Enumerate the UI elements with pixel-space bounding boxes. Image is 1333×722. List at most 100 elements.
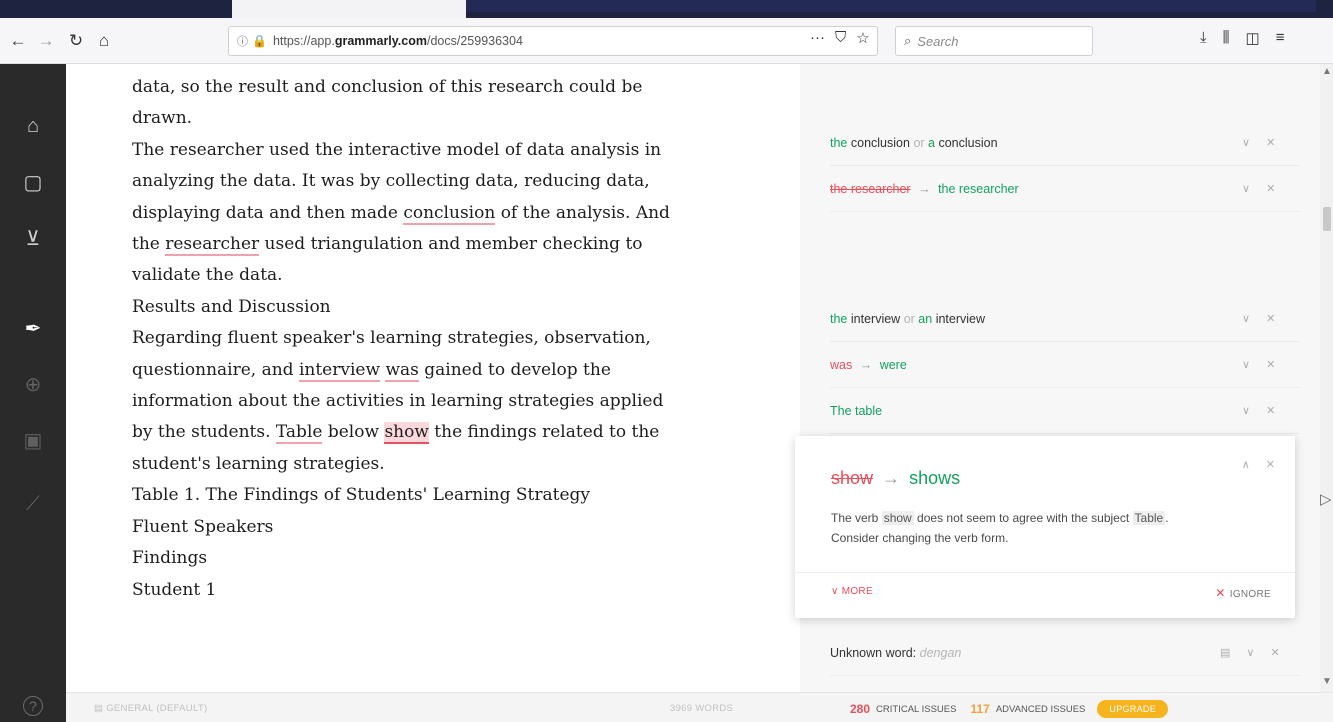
chevron-down-icon[interactable]: ∨ xyxy=(1242,182,1250,195)
help-icon[interactable]: ? xyxy=(23,696,43,716)
underlined-error[interactable]: Table xyxy=(275,422,323,445)
document-line[interactable]: validate the data. xyxy=(132,260,772,291)
document-line[interactable]: displaying data and then made conclusion… xyxy=(132,198,772,229)
suggestion-card-article-conclusion[interactable]: the conclusion or a conclusion ∨ ✕ xyxy=(830,120,1300,166)
document-editor[interactable]: data, so the result and conclusion of th… xyxy=(66,64,800,692)
url-bar[interactable]: ⓘ 🔒 https://app. grammarly.com/docs/25993… xyxy=(228,26,878,56)
book-icon[interactable]: ▣ xyxy=(19,426,47,454)
document-line[interactable]: information about the activities in lear… xyxy=(132,386,772,417)
tab-strip xyxy=(0,0,1333,18)
upgrade-button[interactable]: UPGRADE xyxy=(1097,700,1168,718)
download-icon[interactable]: ⤓ xyxy=(1200,29,1207,47)
reload-icon[interactable]: ↻ xyxy=(64,29,88,53)
text-segment: Fluent Speakers xyxy=(132,516,274,537)
close-icon[interactable]: ✕ xyxy=(1266,312,1275,325)
pocket-icon[interactable]: ⛉ xyxy=(835,29,846,47)
more-icon[interactable]: ··· xyxy=(810,29,825,47)
scrollbar-thumb[interactable] xyxy=(1323,207,1331,231)
option-b-article: a xyxy=(928,135,935,150)
text-segment: analyzing the data. It was by collecting… xyxy=(132,171,650,192)
search-input[interactable]: ⌕ Search xyxy=(895,26,1093,56)
panel-scrollbar[interactable]: ▲ ▼ xyxy=(1320,64,1333,692)
close-icon[interactable]: ✕ xyxy=(1266,136,1275,149)
wand-icon[interactable]: ⟋ xyxy=(19,490,47,518)
magnify-icon[interactable]: ⊕ xyxy=(19,370,47,398)
close-icon[interactable]: ✕ xyxy=(1266,182,1275,195)
sidebar-icon[interactable]: ◫ xyxy=(1246,29,1260,47)
forward-icon[interactable]: → xyxy=(34,29,58,53)
close-icon: ✕ xyxy=(1215,586,1226,600)
underlined-error[interactable]: interview xyxy=(298,359,381,382)
document-line[interactable]: Findings xyxy=(132,543,772,574)
new-text[interactable]: shows xyxy=(909,468,960,488)
document-line[interactable]: student's learning strategies. xyxy=(132,449,772,480)
document-line[interactable]: Fluent Speakers xyxy=(132,512,772,543)
arrow-icon: → xyxy=(918,181,931,196)
ignore-button[interactable]: ✕ IGNORE xyxy=(1215,586,1271,600)
suggestion-description: The verb show does not seem to agree wit… xyxy=(831,511,1169,545)
highlighted-error[interactable]: show xyxy=(384,422,429,445)
document-line[interactable]: Student 1 xyxy=(132,575,772,606)
download-box-icon[interactable]: ⊻ xyxy=(19,224,47,252)
suggestion-card-unknown-word[interactable]: Unknown word: dengan ▤ ∨ ✕ xyxy=(830,630,1300,676)
document-text[interactable]: data, so the result and conclusion of th… xyxy=(132,72,772,606)
right-tools: ⤓ ⫼ ◫ ≡ xyxy=(1200,29,1285,47)
suggestion-card-was-were[interactable]: was → were ∨ ✕ xyxy=(830,342,1300,388)
text-segment: drawn. xyxy=(132,108,193,129)
critical-label: CRITICAL ISSUES xyxy=(876,703,957,715)
bookmark-star-icon[interactable]: ☆ xyxy=(856,29,869,47)
scroll-up-icon[interactable]: ▲ xyxy=(1322,66,1332,77)
text-segment: validate the data. xyxy=(132,265,283,286)
underlined-error[interactable]: conclusion xyxy=(403,202,496,225)
chevron-down-icon[interactable]: ∨ xyxy=(1242,404,1250,417)
underlined-error[interactable]: was xyxy=(385,359,419,382)
tab-strip-background xyxy=(466,0,1316,12)
dictionary-icon[interactable]: ▤ xyxy=(1220,646,1230,659)
more-button[interactable]: ∨ MORE xyxy=(831,586,873,597)
option-a-word: interview xyxy=(850,311,901,326)
scroll-down-icon[interactable]: ▼ xyxy=(1322,676,1332,687)
active-tab[interactable] xyxy=(232,0,466,18)
chevron-down-icon[interactable]: ∨ xyxy=(1242,312,1250,325)
suggestion-card-article-interview[interactable]: the interview or an interview ∨ ✕ xyxy=(830,296,1300,342)
subject-chip: Table xyxy=(1132,511,1166,525)
advanced-count: 117 xyxy=(970,702,990,716)
text-segment: displaying data and then made xyxy=(132,202,404,223)
chevron-down-icon[interactable]: ∨ xyxy=(1246,646,1254,659)
close-icon[interactable]: ✕ xyxy=(1266,404,1275,417)
text-segment: Student 1 xyxy=(132,579,217,600)
document-icon[interactable]: ▢ xyxy=(19,168,47,196)
chevron-down-icon[interactable]: ∨ xyxy=(1242,358,1250,371)
document-line[interactable]: drawn. xyxy=(132,103,772,134)
document-line[interactable]: Results and Discussion xyxy=(132,292,772,323)
document-line[interactable]: the researcher used triangulation and me… xyxy=(132,229,772,260)
library-icon[interactable]: ⫼ xyxy=(1223,29,1230,47)
home-icon[interactable]: ⌂ xyxy=(19,112,47,140)
suggestion-card-the-table[interactable]: The table ∨ ✕ xyxy=(830,388,1300,434)
document-line[interactable]: by the students. Table below show the fi… xyxy=(132,417,772,448)
home-icon[interactable]: ⌂ xyxy=(92,29,116,53)
unknown-word: dengan xyxy=(919,645,962,660)
close-icon[interactable]: ✕ xyxy=(1266,358,1275,371)
document-line[interactable]: Regarding fluent speaker's learning stra… xyxy=(132,323,772,354)
chevron-up-icon[interactable]: ∧ xyxy=(1242,458,1250,471)
document-line[interactable]: analyzing the data. It was by collecting… xyxy=(132,166,772,197)
goals-mode[interactable]: ▤ GENERAL (DEFAULT) xyxy=(94,703,207,714)
close-icon[interactable]: ✕ xyxy=(1270,646,1279,659)
expanded-suggestion-card[interactable]: ∧ ✕ show → shows The verb show does not … xyxy=(795,436,1295,618)
menu-icon[interactable]: ≡ xyxy=(1276,29,1285,47)
back-icon[interactable]: ← xyxy=(6,29,30,53)
document-line[interactable]: The researcher used the interactive mode… xyxy=(132,135,772,166)
text-segment: student's learning strategies. xyxy=(132,453,385,474)
chevron-down-icon[interactable]: ∨ xyxy=(1242,136,1250,149)
close-icon[interactable]: ✕ xyxy=(1266,458,1275,471)
text-segment: information about the activities in lear… xyxy=(132,391,664,412)
document-line[interactable]: Table 1. The Findings of Students' Learn… xyxy=(132,480,772,511)
info-icon[interactable]: ⓘ xyxy=(237,33,248,49)
pen-nib-icon[interactable]: ✒ xyxy=(19,314,47,342)
document-line[interactable]: data, so the result and conclusion of th… xyxy=(132,72,772,103)
text-segment: Findings xyxy=(132,548,208,569)
underlined-error[interactable]: researcher xyxy=(165,234,260,257)
document-line[interactable]: questionnaire, and interview was gained … xyxy=(132,355,772,386)
suggestion-card-researcher[interactable]: the researcher → the researcher ∨ ✕ xyxy=(830,166,1300,212)
